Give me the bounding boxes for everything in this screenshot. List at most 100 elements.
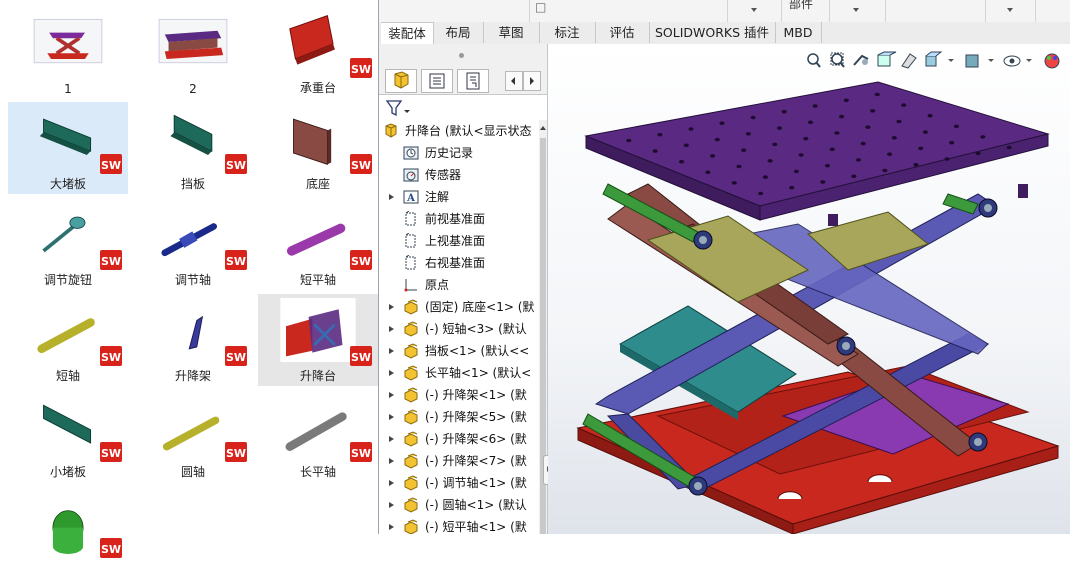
tree-node[interactable]: 长平轴<1> (默认< — [379, 362, 539, 384]
tab-6[interactable]: MBD — [775, 22, 822, 43]
plate-hole — [781, 109, 787, 114]
tree-node[interactable]: 历史记录 — [379, 142, 539, 164]
tab-4[interactable]: 评估 — [595, 22, 650, 43]
file-item[interactable]: SW 升降架 — [133, 294, 253, 386]
svg-text:SW: SW — [101, 159, 121, 172]
part-icon — [404, 431, 418, 447]
tree-node[interactable]: 右视基准面 — [379, 252, 539, 274]
tree-node-label: (-) 升降架<6> (默 — [425, 432, 527, 446]
graphics-area[interactable] — [548, 44, 1070, 534]
file-item[interactable]: SW — [8, 486, 128, 578]
file-item[interactable]: SW 圆轴 — [133, 390, 253, 482]
plate-hole — [927, 113, 933, 118]
plate-hole — [860, 141, 866, 146]
tree-node[interactable]: (固定) 底座<1> (默 — [379, 296, 539, 318]
tab-5[interactable]: SOLIDWORKS 插件 — [649, 22, 776, 43]
file-item[interactable]: SW 底座 — [258, 102, 378, 194]
file-name: 升降台 — [299, 369, 336, 383]
tree-node[interactable]: (-) 升降架<6> (默 — [379, 428, 539, 450]
svg-text:SW: SW — [351, 159, 371, 172]
tree-node[interactable]: (-) 升降架<5> (默 — [379, 406, 539, 428]
file-name: 承重台 — [299, 81, 336, 95]
tree-node-label: 长平轴<1> (默认< — [425, 366, 532, 380]
file-item[interactable]: SW 承重台 — [258, 6, 378, 98]
tree-node-label: (-) 调节轴<1> (默 — [425, 476, 527, 490]
component-dropdown[interactable]: 部件 — [781, 0, 830, 22]
file-thumbnail-icon — [188, 315, 204, 350]
dropdown-right[interactable] — [985, 0, 1036, 22]
svg-text:SW: SW — [226, 447, 246, 460]
grip-dot-icon — [459, 53, 464, 58]
tab-scroll-left[interactable] — [505, 71, 523, 91]
plate-hole — [870, 109, 876, 113]
file-item[interactable]: SW 升降台 — [258, 294, 378, 386]
tree-node[interactable]: 前视基准面 — [379, 208, 539, 230]
file-thumbnail-icon — [161, 223, 217, 257]
arrow-up-icon[interactable] — [540, 126, 546, 130]
solidworks-badge-icon: SW — [350, 442, 372, 462]
solidworks-badge-icon: SW — [100, 346, 122, 366]
file-item[interactable]: SW 调节旋钮 — [8, 198, 128, 290]
tree-node[interactable]: 传感器 — [379, 164, 539, 186]
filter-button[interactable] — [385, 98, 413, 118]
filter-funnel-icon — [385, 100, 410, 117]
svg-text:A: A — [406, 193, 415, 204]
file-item[interactable]: SW 短平轴 — [258, 198, 378, 290]
dropdown-left[interactable] — [727, 0, 782, 22]
tree-node[interactable]: (-) 升降架<1> (默 — [379, 384, 539, 406]
file-item[interactable]: SW 挡板 — [133, 102, 253, 194]
tree-node-label: 升降台 (默认<显示状态 — [405, 124, 532, 138]
solidworks-badge-icon: SW — [100, 250, 122, 270]
tree-node[interactable]: (-) 圆轴<1> (默认 — [379, 494, 539, 516]
propertymanager-tab[interactable] — [421, 69, 453, 93]
plate-hole — [839, 114, 845, 119]
arrow-right-icon — [530, 77, 534, 85]
file-item[interactable]: SW 小堵板 — [8, 390, 128, 482]
tab-2[interactable]: 草图 — [483, 22, 540, 43]
file-name: 挡板 — [180, 177, 205, 191]
panel-grip[interactable] — [379, 44, 547, 66]
file-item[interactable]: SW 短轴 — [8, 294, 128, 386]
tree-node[interactable]: 升降台 (默认<显示状态 — [379, 120, 539, 142]
file-item[interactable]: SW 大堵板 — [8, 102, 128, 194]
part-icon — [404, 519, 418, 534]
tree-node-label: 原点 — [425, 278, 450, 292]
tab-1[interactable]: 布局 — [433, 22, 484, 43]
file-name: 调节旋钮 — [43, 273, 92, 287]
expand-arrow-icon[interactable] — [387, 516, 397, 534]
tab-scroll-right[interactable] — [523, 71, 541, 91]
part-icon — [404, 497, 418, 513]
lift-table-3d-model[interactable] — [548, 44, 1070, 534]
solidworks-badge-icon: SW — [100, 538, 122, 558]
tree-node[interactable]: (-) 短轴<3> (默认 — [379, 318, 539, 340]
command-manager-tabs: 装配体 布局 草图 标注 评估 SOLIDWORKS 插件 MBD — [379, 22, 1070, 45]
file-thumbnail-icon — [285, 412, 347, 451]
tree-node[interactable]: (-) 调节轴<1> (默 — [379, 472, 539, 494]
plate-hole — [944, 157, 950, 161]
tree-node[interactable]: 原点 — [379, 274, 539, 296]
configurationmanager-tab[interactable] — [457, 69, 489, 93]
tree-node[interactable]: A 注解 — [379, 186, 539, 208]
tree-node[interactable]: (-) 短平轴<1> (默 — [379, 516, 539, 534]
plane-icon — [405, 255, 416, 270]
file-item[interactable]: SW 调节轴 — [133, 198, 253, 290]
featuremanager-tab[interactable] — [385, 69, 417, 93]
placeholder-glyph: □ — [535, 0, 547, 14]
file-thumbnail-icon — [43, 404, 92, 444]
tab-0[interactable]: 装配体 — [381, 22, 434, 45]
file-thumbnail-icon — [33, 18, 103, 64]
plate-hole — [731, 181, 737, 185]
tree-node[interactable]: 上视基准面 — [379, 230, 539, 252]
plate-hole — [719, 121, 725, 125]
tree-node[interactable]: 挡板<1> (默认<< — [379, 340, 539, 362]
tab-3[interactable]: 标注 — [539, 22, 596, 43]
tree-node[interactable]: (-) 升降架<7> (默 — [379, 450, 539, 472]
dropdown-mid[interactable] — [829, 0, 886, 22]
file-item[interactable]: SW 长平轴 — [258, 390, 378, 482]
file-thumbnail-icon — [42, 216, 86, 253]
part-icon — [404, 299, 418, 315]
file-item[interactable]: 1 — [8, 6, 128, 98]
svg-text:SW: SW — [226, 159, 246, 172]
plate-hole — [901, 103, 907, 107]
file-item[interactable]: 2 — [133, 6, 253, 98]
